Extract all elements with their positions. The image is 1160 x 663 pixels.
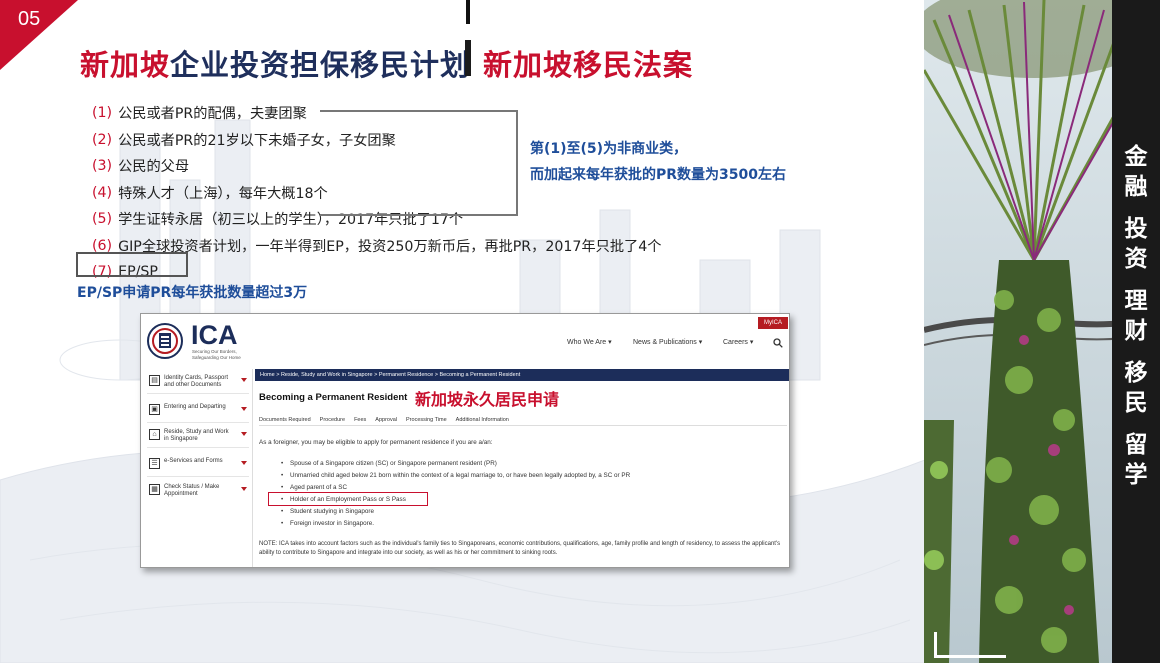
chevron-down-icon (241, 432, 247, 436)
ica-brand: ICA (191, 320, 238, 350)
breadcrumb: Home > Reside, Study and Work in Singapo… (255, 369, 789, 381)
corner-bracket (934, 632, 1006, 658)
chevron-down-icon (241, 378, 247, 382)
title-separator (465, 40, 471, 76)
nav-careers[interactable]: Careers ▾ (723, 338, 753, 346)
header-divider (466, 0, 470, 24)
ica-tabs: Documents Required Procedure Fees Approval P… (259, 417, 518, 423)
tab-fees[interactable]: Fees (354, 417, 366, 423)
list-item: Spouse of a Singapore citizen (SC) or Si… (281, 458, 630, 470)
ica-sidebar: ▤ Identity Cards, Passport and other Doc… (141, 369, 253, 567)
page-number: 05 (18, 8, 41, 30)
home-icon: ⌂ (149, 429, 160, 440)
ep-sp-note: EP/SP申请PR每年获批数量超过3万 (77, 285, 308, 301)
tab-additional-information[interactable]: Additional Information (456, 417, 509, 423)
page-title: 新加坡企业投资担保移民计划 (80, 42, 470, 84)
chevron-down-icon (241, 461, 247, 465)
page-subtitle: 新加坡移民法案 (483, 48, 694, 82)
nav-news-publications[interactable]: News & Publications ▾ (633, 338, 702, 346)
overlay-label: 新加坡永久居民申请 (415, 390, 560, 409)
chevron-down-icon (241, 407, 247, 411)
form-icon: ☰ (149, 458, 160, 469)
tab-documents-required[interactable]: Documents Required (259, 417, 311, 423)
list-item: Foreign investor in Singapore. (281, 518, 630, 530)
search-icon[interactable] (773, 338, 783, 348)
title-part-2: 企业投资担保移民计划 (170, 48, 471, 82)
tab-procedure[interactable]: Procedure (320, 417, 345, 423)
tab-processing-time[interactable]: Processing Time (406, 417, 447, 423)
ica-website-screenshot: ICA Securing Our Borders, Safeguarding O… (140, 313, 790, 568)
luggage-icon: ▣ (149, 404, 160, 415)
tab-divider (259, 425, 787, 426)
chevron-down-icon (241, 487, 247, 491)
ica-intro: As a foreigner, you may be eligible to a… (259, 439, 493, 446)
ica-page-heading: Becoming a Permanent Resident (259, 392, 408, 403)
ep-sp-highlight-box (76, 252, 188, 277)
ica-tagline: Securing Our Borders, Safeguarding Our H… (192, 349, 241, 360)
ica-note: NOTE: ICA takes into account factors suc… (259, 541, 781, 556)
id-card-icon: ▤ (149, 375, 160, 386)
ica-crest-icon (147, 323, 183, 359)
list-item: Unmarried child aged below 21 born withi… (281, 470, 630, 482)
tab-approval[interactable]: Approval (375, 417, 397, 423)
title-part-1: 新加坡 (80, 48, 171, 82)
grouping-bracket (320, 110, 518, 216)
side-note: 第(1)至(5)为非商业类， 而加起来每年获批的PR数量为3500左右 (530, 141, 787, 183)
calendar-icon: ▦ (149, 484, 160, 495)
myica-button[interactable]: MyICA (758, 317, 788, 329)
category-strip-text: 金融 投资 理财 移民 留学 (1124, 144, 1148, 488)
list-item: Student studying in Singapore (281, 506, 630, 518)
employment-pass-highlight (268, 492, 428, 506)
nav-who-we-are[interactable]: Who We Are ▾ (567, 338, 612, 346)
